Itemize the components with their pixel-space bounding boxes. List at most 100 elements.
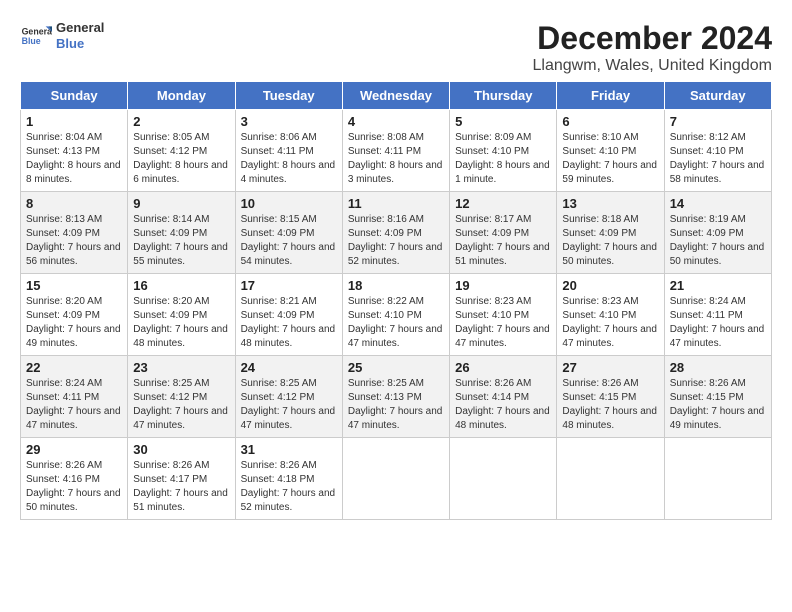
calendar-cell [450,438,557,520]
day-info: Sunrise: 8:12 AMSunset: 4:10 PMDaylight:… [670,132,765,185]
calendar-cell: 10 Sunrise: 8:15 AMSunset: 4:09 PMDaylig… [235,192,342,274]
day-number: 2 [133,114,229,129]
day-number: 16 [133,278,229,293]
day-number: 7 [670,114,766,129]
day-number: 17 [241,278,337,293]
day-info: Sunrise: 8:26 AMSunset: 4:14 PMDaylight:… [455,378,550,431]
day-number: 11 [348,196,444,211]
calendar-cell: 31 Sunrise: 8:26 AMSunset: 4:18 PMDaylig… [235,438,342,520]
day-info: Sunrise: 8:05 AMSunset: 4:12 PMDaylight:… [133,132,228,185]
day-number: 24 [241,360,337,375]
day-number: 30 [133,442,229,457]
day-number: 27 [562,360,658,375]
day-number: 8 [26,196,122,211]
header-row: SundayMondayTuesdayWednesdayThursdayFrid… [21,82,772,110]
day-number: 21 [670,278,766,293]
weekday-header: Monday [128,82,235,110]
day-number: 6 [562,114,658,129]
calendar-cell: 13 Sunrise: 8:18 AMSunset: 4:09 PMDaylig… [557,192,664,274]
day-info: Sunrise: 8:26 AMSunset: 4:15 PMDaylight:… [670,378,765,431]
day-info: Sunrise: 8:25 AMSunset: 4:12 PMDaylight:… [241,378,336,431]
day-number: 1 [26,114,122,129]
day-number: 23 [133,360,229,375]
day-info: Sunrise: 8:24 AMSunset: 4:11 PMDaylight:… [26,378,121,431]
logo: General Blue General Blue [20,20,104,52]
calendar-cell: 6 Sunrise: 8:10 AMSunset: 4:10 PMDayligh… [557,110,664,192]
day-info: Sunrise: 8:18 AMSunset: 4:09 PMDaylight:… [562,214,657,267]
weekday-header: Friday [557,82,664,110]
day-number: 12 [455,196,551,211]
calendar-cell: 8 Sunrise: 8:13 AMSunset: 4:09 PMDayligh… [21,192,128,274]
day-info: Sunrise: 8:20 AMSunset: 4:09 PMDaylight:… [133,296,228,349]
logo-text: General Blue [56,20,104,51]
svg-text:Blue: Blue [22,36,41,46]
day-info: Sunrise: 8:25 AMSunset: 4:13 PMDaylight:… [348,378,443,431]
day-number: 25 [348,360,444,375]
day-number: 31 [241,442,337,457]
calendar-header: SundayMondayTuesdayWednesdayThursdayFrid… [21,82,772,110]
calendar-cell: 28 Sunrise: 8:26 AMSunset: 4:15 PMDaylig… [664,356,771,438]
day-number: 15 [26,278,122,293]
day-info: Sunrise: 8:09 AMSunset: 4:10 PMDaylight:… [455,132,550,185]
day-number: 10 [241,196,337,211]
calendar-body: 1 Sunrise: 8:04 AMSunset: 4:13 PMDayligh… [21,110,772,520]
calendar-cell: 1 Sunrise: 8:04 AMSunset: 4:13 PMDayligh… [21,110,128,192]
calendar-cell: 19 Sunrise: 8:23 AMSunset: 4:10 PMDaylig… [450,274,557,356]
calendar-cell: 27 Sunrise: 8:26 AMSunset: 4:15 PMDaylig… [557,356,664,438]
calendar-cell: 4 Sunrise: 8:08 AMSunset: 4:11 PMDayligh… [342,110,449,192]
calendar-cell [342,438,449,520]
day-info: Sunrise: 8:21 AMSunset: 4:09 PMDaylight:… [241,296,336,349]
calendar-cell: 12 Sunrise: 8:17 AMSunset: 4:09 PMDaylig… [450,192,557,274]
calendar-cell: 18 Sunrise: 8:22 AMSunset: 4:10 PMDaylig… [342,274,449,356]
day-number: 5 [455,114,551,129]
day-number: 19 [455,278,551,293]
calendar-cell [557,438,664,520]
day-info: Sunrise: 8:06 AMSunset: 4:11 PMDaylight:… [241,132,336,185]
day-number: 14 [670,196,766,211]
day-number: 29 [26,442,122,457]
day-info: Sunrise: 8:24 AMSunset: 4:11 PMDaylight:… [670,296,765,349]
location-title: Llangwm, Wales, United Kingdom [532,57,772,75]
calendar-cell: 5 Sunrise: 8:09 AMSunset: 4:10 PMDayligh… [450,110,557,192]
day-number: 3 [241,114,337,129]
day-info: Sunrise: 8:17 AMSunset: 4:09 PMDaylight:… [455,214,550,267]
day-info: Sunrise: 8:04 AMSunset: 4:13 PMDaylight:… [26,132,121,185]
weekday-header: Saturday [664,82,771,110]
calendar-cell: 21 Sunrise: 8:24 AMSunset: 4:11 PMDaylig… [664,274,771,356]
calendar-week-row: 22 Sunrise: 8:24 AMSunset: 4:11 PMDaylig… [21,356,772,438]
calendar-cell: 20 Sunrise: 8:23 AMSunset: 4:10 PMDaylig… [557,274,664,356]
calendar-cell: 26 Sunrise: 8:26 AMSunset: 4:14 PMDaylig… [450,356,557,438]
logo-icon: General Blue [20,20,52,52]
day-number: 20 [562,278,658,293]
day-info: Sunrise: 8:20 AMSunset: 4:09 PMDaylight:… [26,296,121,349]
weekday-header: Wednesday [342,82,449,110]
weekday-header: Sunday [21,82,128,110]
day-info: Sunrise: 8:26 AMSunset: 4:15 PMDaylight:… [562,378,657,431]
day-number: 22 [26,360,122,375]
day-info: Sunrise: 8:26 AMSunset: 4:16 PMDaylight:… [26,460,121,513]
calendar-cell: 16 Sunrise: 8:20 AMSunset: 4:09 PMDaylig… [128,274,235,356]
calendar-cell: 3 Sunrise: 8:06 AMSunset: 4:11 PMDayligh… [235,110,342,192]
day-info: Sunrise: 8:14 AMSunset: 4:09 PMDaylight:… [133,214,228,267]
calendar-cell: 2 Sunrise: 8:05 AMSunset: 4:12 PMDayligh… [128,110,235,192]
title-block: December 2024 Llangwm, Wales, United Kin… [532,20,772,75]
calendar-cell: 17 Sunrise: 8:21 AMSunset: 4:09 PMDaylig… [235,274,342,356]
calendar-week-row: 8 Sunrise: 8:13 AMSunset: 4:09 PMDayligh… [21,192,772,274]
calendar-week-row: 29 Sunrise: 8:26 AMSunset: 4:16 PMDaylig… [21,438,772,520]
calendar-cell: 15 Sunrise: 8:20 AMSunset: 4:09 PMDaylig… [21,274,128,356]
calendar-week-row: 15 Sunrise: 8:20 AMSunset: 4:09 PMDaylig… [21,274,772,356]
calendar-cell: 22 Sunrise: 8:24 AMSunset: 4:11 PMDaylig… [21,356,128,438]
day-number: 26 [455,360,551,375]
calendar-cell: 9 Sunrise: 8:14 AMSunset: 4:09 PMDayligh… [128,192,235,274]
day-info: Sunrise: 8:26 AMSunset: 4:17 PMDaylight:… [133,460,228,513]
calendar-week-row: 1 Sunrise: 8:04 AMSunset: 4:13 PMDayligh… [21,110,772,192]
weekday-header: Thursday [450,82,557,110]
day-info: Sunrise: 8:25 AMSunset: 4:12 PMDaylight:… [133,378,228,431]
day-info: Sunrise: 8:23 AMSunset: 4:10 PMDaylight:… [562,296,657,349]
day-info: Sunrise: 8:19 AMSunset: 4:09 PMDaylight:… [670,214,765,267]
day-number: 18 [348,278,444,293]
page-header: General Blue General Blue December 2024 … [20,20,772,75]
day-number: 28 [670,360,766,375]
calendar-cell [664,438,771,520]
weekday-header: Tuesday [235,82,342,110]
